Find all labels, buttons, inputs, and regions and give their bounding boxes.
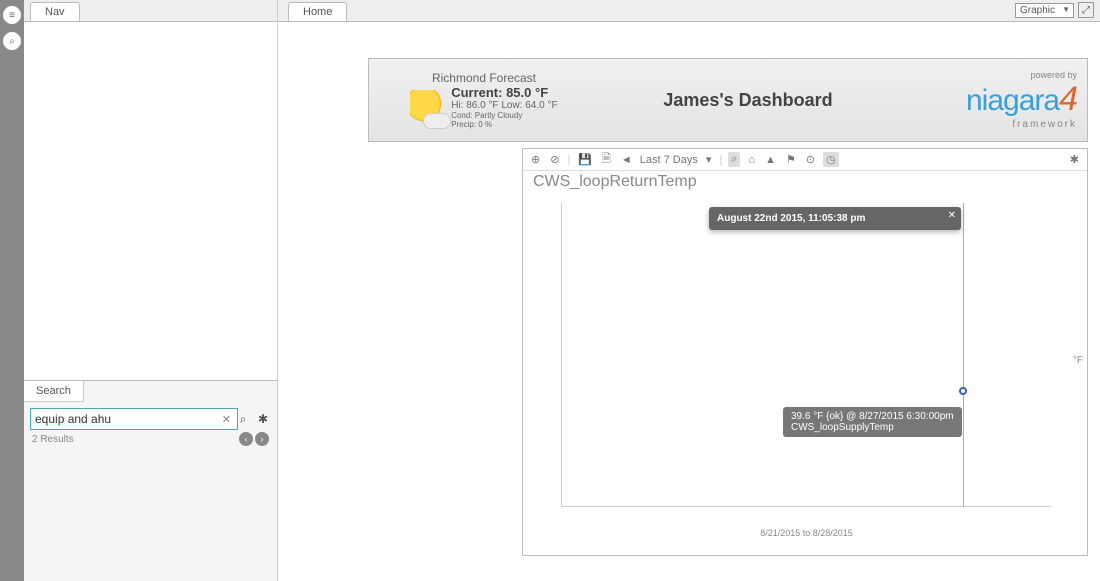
results-count: 2 Results [32,434,74,445]
brand-sub: framework [907,119,1077,130]
chart-plot[interactable]: °F 8/21/2015 to 8/28/2015 [561,203,1051,507]
forecast-precip: Precip: 0 % [451,120,557,129]
tooltip-close-icon[interactable]: ✕ [948,210,956,221]
forecast-current: Current: 85.0 °F [451,85,557,100]
powered-by: powered by [907,70,1077,80]
nav-panel: Nav Search ✕ ⌕ ✱ 2 Results ‹› [24,0,278,581]
chart-tooltip: ✕ August 22nd 2015, 11:05:38 pm [709,207,961,230]
nav-tabbar: Nav [24,0,277,22]
tab-nav[interactable]: Nav [30,2,80,21]
tooltip-time: August 22nd 2015, 11:05:38 pm [717,213,953,224]
gauge-column [368,148,516,556]
chart-cursor-line [963,203,964,507]
menu-icon[interactable]: ≡ [3,6,21,24]
chart-zoom-icon[interactable]: ⌕ [728,152,740,167]
dashboard-header: Richmond Forecast Current: 85.0 °F Hi: 8… [368,58,1088,142]
clear-icon[interactable]: ✕ [222,413,231,426]
tab-search[interactable]: Search [24,381,84,402]
forecast-title: Richmond Forecast [379,71,589,85]
brand-logo: powered by niagara4 framework [907,70,1077,130]
y-axis-unit: °F [1073,355,1083,366]
chart-range-prev-icon[interactable]: ◄ [619,154,634,166]
search-go-icon[interactable]: ⌕ [235,411,251,427]
forecast-hilo: Hi: 86.0 °F Low: 64.0 °F [451,100,557,111]
chart-range-label[interactable]: Last 7 Days [640,154,698,166]
chart-marker [959,387,967,395]
main-tabbar: Home [278,0,1100,22]
dashboard: Richmond Forecast Current: 85.0 °F Hi: 8… [368,58,1088,556]
chart-target-icon[interactable]: ⊙ [804,153,817,166]
chart-remove-icon[interactable]: ⊘ [548,153,561,166]
search-icon[interactable]: ⌕ [3,32,21,50]
main-area: Home Graphic ⤢ Richmond Forecast Current… [278,0,1100,581]
chart-range-dropdown-icon[interactable]: ▾ [704,153,714,166]
search-settings-icon[interactable]: ✱ [255,411,271,427]
chart-settings-icon[interactable]: ✱ [1068,153,1081,166]
left-rail: ≡ ⌕ [0,0,24,581]
tooltip2-line1: 39.6 °F {ok} @ 8/27/2015 6:30:00pm [791,411,954,422]
view-dropdown[interactable]: Graphic [1015,3,1074,18]
search-input[interactable] [30,408,238,430]
search-pane: Search ✕ ⌕ ✱ 2 Results ‹› [24,380,277,581]
chart-add-icon[interactable]: ⊕ [529,153,542,166]
tooltip2-line2: CWS_loopSupplyTemp [791,422,954,433]
chart-clock-icon[interactable]: ◷ [823,152,839,167]
tab-home[interactable]: Home [288,2,347,21]
chart-title: CWS_loopReturnTemp [523,171,1087,193]
result-prev-icon[interactable]: ‹ [239,432,253,446]
forecast-widget: Richmond Forecast Current: 85.0 °F Hi: 8… [379,71,589,129]
weather-icon [410,90,444,124]
dashboard-title: James's Dashboard [589,90,907,111]
chart-home-icon[interactable]: ⌂ [746,154,757,166]
forecast-cond: Cond: Partly Cloudy [451,111,557,120]
chart-toolbar: ⊕ ⊘ | 💾 🗎 ◄ Last 7 Days ▾ | ⌕ ⌂ ▲ ⚑ ⊙ ◷ [523,149,1087,171]
chart-export-icon[interactable]: 🗎 [600,150,613,169]
chart-save-icon[interactable]: 💾 [576,153,594,166]
chart-flag-icon[interactable]: ⚑ [784,153,798,166]
nav-tree[interactable] [24,22,277,380]
chart-tooltip-2: 39.6 °F {ok} @ 8/27/2015 6:30:00pm CWS_l… [783,407,962,437]
chart-widget: ⊕ ⊘ | 💾 🗎 ◄ Last 7 Days ▾ | ⌕ ⌂ ▲ ⚑ ⊙ ◷ [522,148,1088,556]
x-axis-range: 8/21/2015 to 8/28/2015 [562,528,1051,538]
fullscreen-icon[interactable]: ⤢ [1078,2,1094,18]
chart-delta-icon[interactable]: ▲ [763,154,778,166]
result-next-icon[interactable]: › [255,432,269,446]
